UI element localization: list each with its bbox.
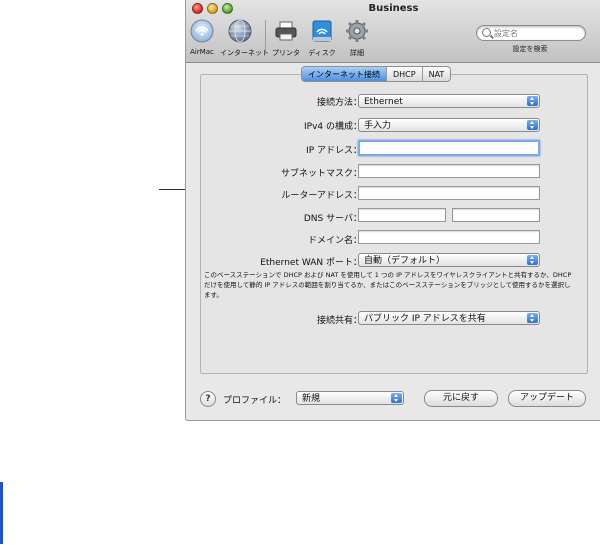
settings-panel: 接続方法： Ethernet IPv4 の構成： 手入力 IP アドレス： サブ… [200,74,588,374]
subnet-mask-field[interactable] [358,164,540,178]
help-button[interactable]: ? [200,391,216,407]
popup-arrows-icon [391,393,402,403]
globe-icon [228,19,252,43]
subnet-mask-label: サブネットマスク： [280,169,362,179]
disk-icon [312,20,332,42]
toolbar-item-advanced[interactable]: 詳細 [337,19,377,58]
dns-server-label: DNS サーバ： [303,214,362,224]
toolbar-item-internet[interactable]: インターネット [220,19,269,58]
toolbar-item-label: プリンタ [272,49,300,57]
ip-address-field[interactable] [358,140,540,156]
connection-sharing-popup[interactable]: パブリック IP アドレスを共有 [358,311,540,325]
ipv4-config-label: IPv4 の構成： [304,122,362,132]
profile-label: プロファイル： [223,396,287,406]
profile-popup[interactable]: 新規 [296,391,404,405]
dns-server-field-1[interactable] [358,208,446,222]
profile-value: 新規 [302,394,321,404]
connection-sharing-value: パブリック IP アドレスを共有 [364,314,486,324]
ipv4-config-popup[interactable]: 手入力 [358,118,540,132]
toolbar-item-airmac[interactable]: AirMac [186,19,222,56]
popup-arrows-icon [527,313,538,323]
connection-sharing-label: 接続共有： [316,316,362,326]
popup-arrows-icon [527,255,538,265]
dns-server-field-2[interactable] [452,208,540,222]
tab-internet-connection[interactable]: インターネット接続 [302,67,386,81]
ipv4-config-value: 手入力 [364,121,392,131]
revert-button[interactable]: 元に戻す [424,390,498,407]
popup-arrows-icon [527,96,538,106]
left-margin-marker [0,482,3,544]
update-button[interactable]: アップデート [508,390,586,407]
search-field[interactable] [476,25,586,41]
toolbar-item-label: インターネット [220,49,269,57]
router-address-field[interactable] [358,186,540,200]
search-input[interactable] [494,27,580,39]
connection-method-value: Ethernet [364,97,403,107]
popup-arrows-icon [527,120,538,130]
domain-name-field[interactable] [358,230,540,244]
gear-icon [346,20,368,42]
toolbar-item-disk[interactable]: ディスク [302,19,342,58]
wan-port-label: Ethernet WAN ポート： [260,258,362,268]
router-address-label: ルーターアドレス： [281,191,362,201]
ip-address-label: IP アドレス： [306,146,362,156]
airport-utility-window: Business AirMac インターネット プリンタ ディスク 詳細 設定名… [185,0,600,421]
toolbar-item-label: AirMac [190,48,214,56]
wan-port-popup[interactable]: 自動（デフォルト） [358,253,540,267]
airmac-icon [190,19,214,43]
connection-method-popup[interactable]: Ethernet [358,94,540,108]
connection-method-label: 接続方法： [316,98,362,108]
printer-icon [275,21,297,41]
toolbar-item-label: ディスク [308,49,336,57]
description-text: このベースステーションで DHCP および NAT を使用して 1 つの IP … [204,271,572,299]
toolbar-item-printer[interactable]: プリンタ [266,19,306,58]
tab-nat[interactable]: NAT [421,67,451,81]
toolbar: Business AirMac インターネット プリンタ ディスク 詳細 設定名… [186,0,600,63]
search-caption: 設定を検索 [512,45,548,53]
tab-dhcp[interactable]: DHCP [386,67,422,81]
toolbar-item-label: 詳細 [350,49,364,57]
search-icon [482,28,491,37]
domain-name-label: ドメイン名： [307,236,362,246]
wan-port-value: 自動（デフォルト） [364,256,446,266]
tab-bar: インターネット接続 DHCP NAT [301,66,452,82]
window-title: Business [368,3,419,14]
question-mark-icon: ? [205,394,211,404]
